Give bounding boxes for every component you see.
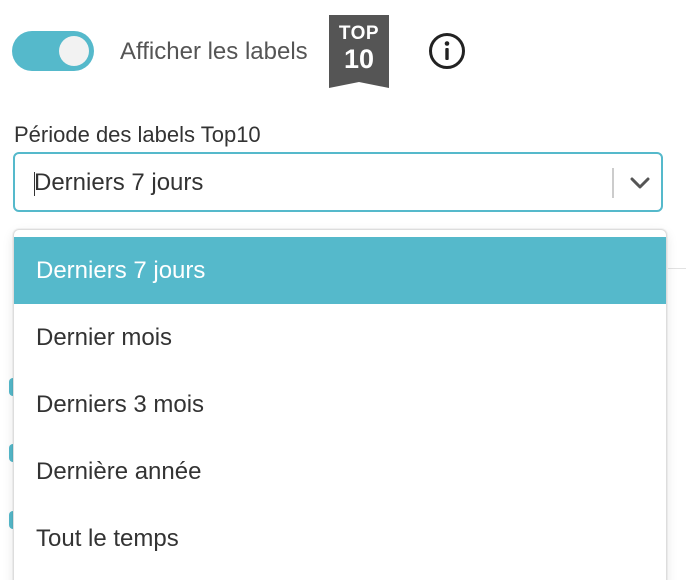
top10-settings-panel: Afficher les labels TOP 10 Période des l… [0, 0, 686, 580]
period-option-3-months[interactable]: Derniers 3 mois [14, 371, 666, 438]
toggle-knob [59, 36, 89, 66]
period-label: Période des labels Top10 [14, 122, 261, 147]
period-option-all-time[interactable]: Tout le temps [14, 505, 666, 572]
background-divider [668, 268, 686, 269]
top10-badge: TOP 10 [329, 15, 389, 88]
period-option-year[interactable]: Dernière année [14, 438, 666, 505]
select-separator [612, 168, 614, 198]
period-option-7-days[interactable]: Derniers 7 jours [14, 237, 666, 304]
period-option-month[interactable]: Dernier mois [14, 304, 666, 371]
badge-line1: TOP [338, 23, 380, 44]
show-labels-toggle[interactable] [12, 31, 94, 71]
period-select[interactable]: Derniers 7 jours [13, 152, 663, 212]
period-select-value: Derniers 7 jours [34, 169, 204, 196]
info-icon[interactable] [428, 32, 466, 70]
chevron-down-icon[interactable] [625, 168, 655, 198]
badge-line2: 10 [343, 44, 375, 74]
period-dropdown-menu: Derniers 7 jours Dernier mois Derniers 3… [13, 229, 667, 580]
show-labels-label: Afficher les labels [120, 38, 308, 65]
